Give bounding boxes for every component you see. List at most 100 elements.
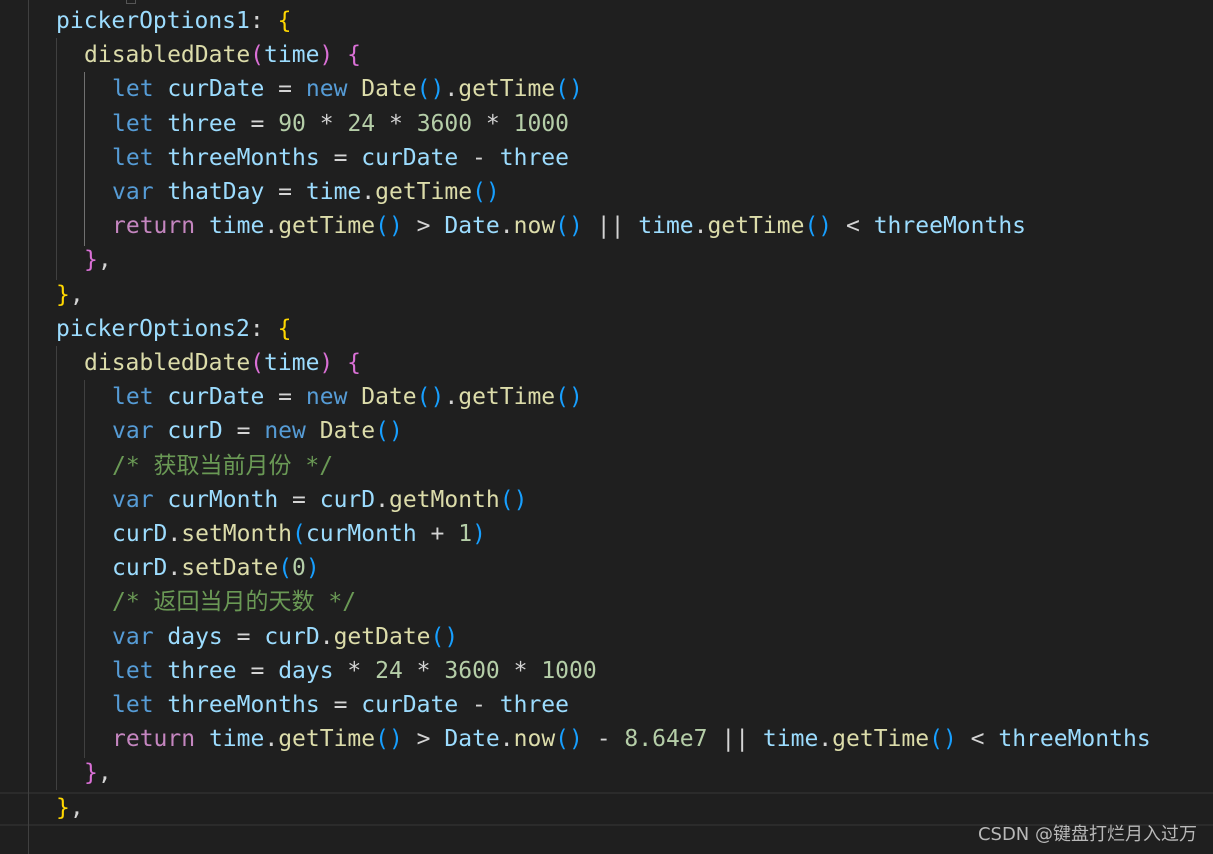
code-token: var [112, 623, 168, 650]
code-token: 8.64e7 [624, 726, 708, 753]
code-token: = [319, 144, 362, 171]
code-token: * [499, 657, 542, 684]
code-token: = [264, 179, 306, 205]
code-token: - [458, 144, 500, 171]
code-token: /* 获取当前月份 */ [112, 452, 334, 479]
code-token: = [236, 110, 279, 137]
code-line: var curD = new Date() [0, 414, 1213, 448]
code-token: pickerOptions2 [56, 315, 250, 342]
code-token: new [305, 76, 362, 103]
code-text: let three = 90 * 24 * 3600 * 1000 [112, 107, 569, 141]
code-token: = [319, 692, 362, 718]
code-token: thatDay [167, 179, 265, 205]
code-token: . [167, 555, 182, 582]
code-token: var [112, 486, 168, 513]
code-token: . [818, 726, 833, 753]
code-token: ) [305, 555, 320, 582]
code-token: Date [361, 384, 417, 411]
code-token: return [112, 213, 209, 240]
code-token: () [472, 179, 500, 205]
code-token: threeMonths [873, 213, 1027, 240]
code-line: pickerOptions1: { [0, 4, 1213, 38]
code-text: disabledDate(time) { [84, 38, 361, 72]
code-line: pickerOptions2: { [0, 312, 1213, 346]
code-text: disabledDate(time) { [84, 346, 361, 380]
code-token: Date [444, 213, 500, 240]
code-line: var days = curD.getDate() [0, 620, 1213, 654]
code-token: : [249, 8, 278, 34]
code-text: var thatDay = time.getTime() [112, 175, 500, 209]
code-token: () [929, 726, 957, 753]
code-text: }, [84, 243, 112, 277]
code-text: /* 获取当前月份 */ [112, 449, 333, 483]
code-line: /* 返回当月的天数 */ [0, 585, 1213, 619]
code-token: ( [292, 521, 306, 547]
code-token: . [499, 726, 514, 753]
code-token: 3600 [416, 110, 473, 137]
code-line: var curMonth = curD.getMonth() [0, 483, 1213, 517]
code-text: return time.getTime() > Date.now() - 8.6… [112, 722, 1151, 756]
code-token: ( [250, 42, 265, 69]
code-token: * [472, 110, 514, 137]
code-token: = [236, 657, 279, 684]
code-line: return time.getTime() > Date.now() || ti… [0, 209, 1213, 243]
code-token: - [458, 692, 500, 718]
code-token: curD [319, 486, 376, 513]
code-token: = [264, 384, 306, 411]
code-token: . [167, 521, 182, 547]
code-token: || [582, 213, 639, 240]
code-token: . [361, 179, 376, 205]
code-line: disabledDate(time) { [0, 346, 1213, 380]
code-token: < [956, 726, 999, 753]
code-text: var days = curD.getDate() [112, 620, 458, 654]
code-token: = [264, 76, 306, 103]
code-line: var thatDay = time.getTime() [0, 175, 1213, 209]
code-token: let [112, 692, 168, 718]
code-token: , [97, 247, 112, 274]
code-editor[interactable]: pickerOptions1: {disabledDate(time) {let… [0, 0, 1213, 854]
code-token: , [69, 281, 84, 308]
code-token: new [305, 384, 362, 411]
code-text: let curDate = new Date().getTime() [112, 72, 583, 106]
code-token: threeMonths [167, 144, 320, 171]
code-token: * [402, 657, 445, 684]
code-text: }, [84, 756, 112, 790]
code-token: getTime [458, 384, 556, 411]
code-token: { [347, 350, 361, 376]
code-token: . [499, 213, 514, 240]
code-text: let threeMonths = curDate - three [112, 141, 569, 175]
code-token: () [430, 623, 459, 650]
code-line: return time.getTime() > Date.now() - 8.6… [0, 722, 1213, 756]
code-token: } [84, 760, 98, 787]
code-line: let threeMonths = curDate - three [0, 141, 1213, 175]
watermark: CSDN @键盘打烂月入过万 [977, 824, 1197, 845]
code-token: curDate [167, 76, 265, 103]
code-token: getTime [707, 213, 805, 240]
code-token: () [499, 486, 528, 513]
code-token: let [112, 144, 168, 171]
code-token: days [278, 657, 334, 684]
code-text: var curD = new Date() [112, 414, 403, 448]
code-token: () [555, 213, 583, 240]
code-token: curDate [361, 144, 459, 171]
code-token: setMonth [181, 521, 293, 547]
code-token: ) [472, 521, 486, 547]
code-token: days [167, 623, 223, 650]
code-token: three [167, 110, 237, 137]
code-token: || [707, 726, 763, 753]
code-token: new [264, 418, 320, 445]
code-token: now [513, 726, 556, 753]
code-token: * [375, 110, 417, 137]
code-token: 0 [292, 555, 306, 582]
code-token: Date [361, 76, 417, 103]
code-text: /* 返回当月的天数 */ [112, 585, 356, 619]
code-token: time [264, 42, 320, 69]
code-token: pickerOptions1 [56, 8, 250, 34]
code-token: } [56, 794, 70, 821]
code-token: < [832, 213, 874, 240]
code-text: pickerOptions2: { [56, 312, 291, 346]
code-token: 24 [375, 657, 403, 684]
code-line: }, [0, 243, 1213, 277]
code-token: getDate [333, 623, 431, 650]
